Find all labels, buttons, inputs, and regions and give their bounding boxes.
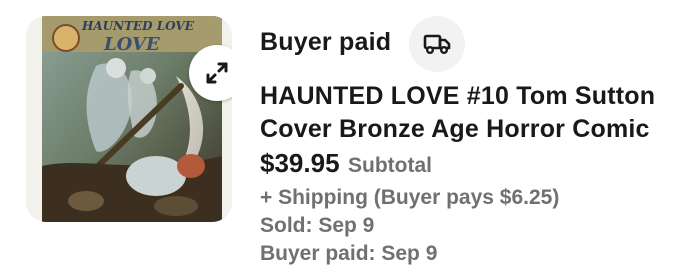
order-card[interactable]: HAUNTED LOVE LOVE Buyer paid HAUNTED LOV… (0, 0, 689, 267)
expand-arrows-icon (206, 62, 228, 84)
order-status-label: Buyer paid (260, 28, 392, 56)
item-thumbnail[interactable]: HAUNTED LOVE LOVE (26, 16, 232, 222)
item-title-link[interactable]: HAUNTED LOVE #10 Tom Sutton Cover Bronze… (260, 80, 672, 146)
price-caption: Subtotal (347, 154, 432, 177)
shipping-status-button[interactable] (409, 16, 465, 72)
buyer-paid-date: Buyer paid: Sep 9 (260, 242, 438, 265)
comic-cover-image: HAUNTED LOVE LOVE (26, 16, 232, 222)
svg-text:LOVE: LOVE (103, 34, 160, 55)
order-status: Buyer paid (260, 16, 680, 72)
sold-date: Sold: Sep 9 (260, 214, 375, 237)
truck-icon (423, 34, 451, 54)
price-row: $39.95 Subtotal (260, 148, 432, 179)
cover-logo: HAUNTED LOVE (81, 19, 195, 33)
shipping-info: + Shipping (Buyer pays $6.25) (260, 186, 560, 209)
item-price: $39.95 (260, 148, 340, 178)
